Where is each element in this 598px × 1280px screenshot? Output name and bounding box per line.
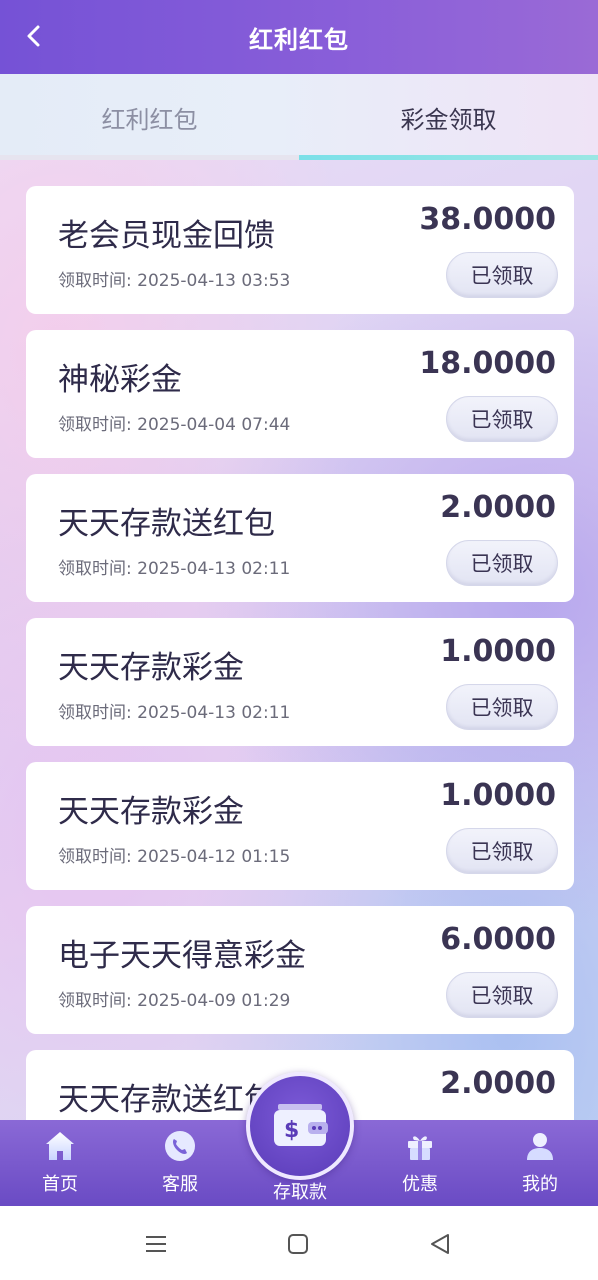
back-button[interactable]: [18, 20, 50, 52]
record-name: 电子天天得意彩金: [58, 938, 306, 974]
claimed-button[interactable]: 已领取: [446, 396, 558, 442]
back-triangle-icon[interactable]: [424, 1228, 456, 1260]
app-header: 红利红包: [0, 0, 598, 74]
record-name: 老会员现金回馈: [58, 218, 275, 254]
claimed-button[interactable]: 已领取: [446, 684, 558, 730]
claimed-button[interactable]: 已领取: [446, 252, 558, 298]
claimed-button[interactable]: 已领取: [446, 828, 558, 874]
tab-bonus-claim[interactable]: 彩金领取: [299, 74, 598, 160]
nav-home-label: 首页: [42, 1174, 78, 1195]
home-icon: [42, 1128, 78, 1164]
nav-promotions-label: 优惠: [402, 1174, 438, 1195]
nav-home[interactable]: 首页: [20, 1120, 100, 1206]
system-nav-bar: [0, 1206, 598, 1280]
tab-bonus-redpacket[interactable]: 红利红包: [0, 74, 299, 160]
menu-icon[interactable]: [140, 1228, 172, 1260]
record-name: 天天存款送红包: [58, 506, 275, 542]
list-item: 天天存款送红包 领取时间: 2025-04-13 02:11 2.0000 已领…: [26, 474, 574, 602]
record-amount: 6.0000: [440, 922, 556, 957]
record-name: 天天存款彩金: [58, 650, 244, 686]
record-amount: 38.0000: [419, 202, 556, 237]
user-icon: [522, 1128, 558, 1164]
gift-icon: [402, 1128, 438, 1164]
claimed-button[interactable]: 已领取: [446, 972, 558, 1018]
chevron-left-icon: [27, 25, 40, 47]
svg-text:$: $: [284, 1118, 299, 1143]
record-time: 领取时间: 2025-04-04 07:44: [58, 415, 291, 435]
list-item: 神秘彩金 领取时间: 2025-04-04 07:44 18.0000 已领取: [26, 330, 574, 458]
record-time: 领取时间: 2025-04-13 02:11: [58, 703, 291, 723]
home-square-icon[interactable]: [282, 1228, 314, 1260]
record-amount: 1.0000: [440, 778, 556, 813]
record-time: 领取时间: 2025-04-13 03:53: [58, 271, 291, 291]
list-item: 天天存款彩金 领取时间: 2025-04-12 01:15 1.0000 已领取: [26, 762, 574, 890]
record-amount: 18.0000: [419, 346, 556, 381]
record-amount: 1.0000: [440, 634, 556, 669]
nav-promotions[interactable]: 优惠: [380, 1120, 460, 1206]
record-list[interactable]: 老会员现金回馈 领取时间: 2025-04-13 03:53 38.0000 已…: [0, 160, 598, 1120]
record-time: 领取时间: 2025-04-09 01:29: [58, 991, 291, 1011]
customer-service-icon: [162, 1128, 198, 1164]
list-item: 天天存款彩金 领取时间: 2025-04-13 02:11 1.0000 已领取: [26, 618, 574, 746]
record-name: 神秘彩金: [58, 362, 182, 398]
nav-customer-service[interactable]: 客服: [140, 1120, 220, 1206]
record-name: 天天存款彩金: [58, 794, 244, 830]
record-time: 领取时间: 2025-04-12 01:15: [58, 847, 291, 867]
record-amount: 2.0000: [440, 1066, 556, 1101]
nav-profile[interactable]: 我的: [500, 1120, 580, 1206]
nav-profile-label: 我的: [522, 1174, 558, 1195]
deposit-withdraw-button[interactable]: $: [246, 1072, 354, 1180]
wallet-icon: $: [274, 1104, 328, 1146]
list-item: 老会员现金回馈 领取时间: 2025-04-13 03:53 38.0000 已…: [26, 186, 574, 314]
record-time: 领取时间: 2025-04-13 02:11: [58, 559, 291, 579]
record-name: 天天存款送红包: [58, 1082, 275, 1118]
page-title: 红利红包: [249, 25, 349, 54]
list-item: 电子天天得意彩金 领取时间: 2025-04-09 01:29 6.0000 已…: [26, 906, 574, 1034]
tab-bar: 红利红包 彩金领取: [0, 74, 598, 160]
nav-customer-service-label: 客服: [162, 1174, 198, 1195]
nav-deposit-label: 存取款: [273, 1182, 327, 1203]
claimed-button[interactable]: 已领取: [446, 540, 558, 586]
record-amount: 2.0000: [440, 490, 556, 525]
